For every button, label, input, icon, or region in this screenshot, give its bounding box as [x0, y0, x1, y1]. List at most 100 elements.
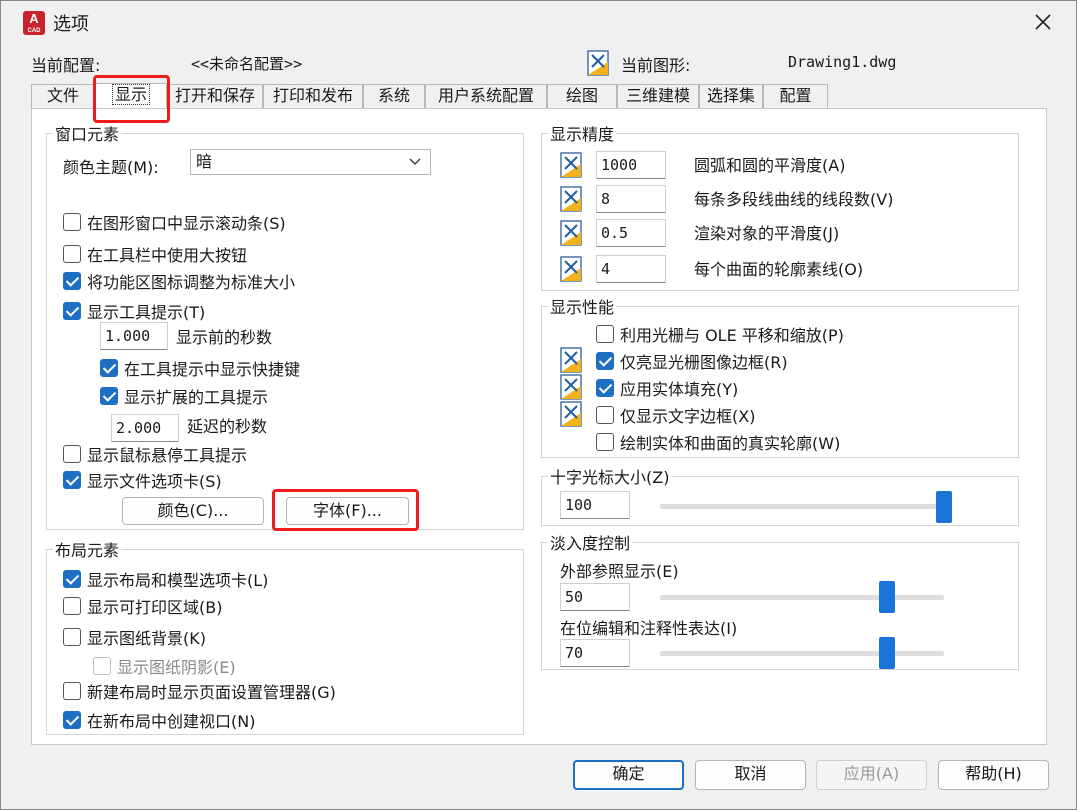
ok-button[interactable]: 确定	[573, 760, 684, 790]
extended-delay-label: 延迟的秒数	[187, 417, 268, 436]
close-button[interactable]	[1028, 9, 1058, 37]
inplace-fade-slider-track[interactable]	[660, 651, 944, 656]
autocad-app-icon: A CAD	[23, 11, 45, 35]
checkbox-box	[596, 433, 614, 451]
tab-plot-publish[interactable]: 打印和发布	[263, 84, 363, 108]
show-layout-model-tabs-checkbox[interactable]: 显示布局和模型选项卡(L)	[63, 567, 268, 591]
show-extended-tooltips-checkbox[interactable]: 显示扩展的工具提示	[100, 384, 268, 408]
highlight-raster-frame-checkbox[interactable]: 仅亮显光栅图像边框(R)	[596, 349, 788, 373]
group-title: 布局元素	[53, 537, 122, 561]
checkbox-box	[63, 245, 81, 263]
show-paper-background-checkbox[interactable]: 显示图纸背景(K)	[63, 625, 206, 649]
drawing-saved-icon	[560, 401, 582, 427]
show-printable-area-checkbox[interactable]: 显示可打印区域(B)	[63, 594, 222, 618]
drawing-saved-icon	[560, 152, 582, 178]
contour-lines-label: 每个曲面的轮廓素线(O)	[694, 260, 864, 279]
show-page-setup-manager-checkbox[interactable]: 新建布局时显示页面设置管理器(G)	[63, 679, 336, 703]
checkbox-label: 显示扩展的工具提示	[124, 388, 269, 407]
help-button[interactable]: 帮助(H)	[938, 760, 1049, 790]
dialog-title: 选项	[53, 14, 89, 35]
tab-open-save[interactable]: 打开和保存	[167, 84, 263, 108]
window-elements-group: 窗口元素 颜色主题(M): 暗 在图形窗口中显示滚动条(S) 在工具栏中使用大按…	[46, 121, 524, 530]
tab-3d-modeling[interactable]: 三维建模	[617, 84, 699, 108]
drawing-saved-icon	[560, 374, 582, 400]
current-profile-label: 当前配置:	[31, 56, 101, 75]
color-theme-select[interactable]: 暗	[190, 149, 431, 175]
current-drawing-label: 当前图形:	[621, 56, 691, 75]
display-performance-group: 显示性能 利用光栅与 OLE 平移和缩放(P) 仅亮显光栅图像边框(R) 应用实…	[541, 294, 1019, 458]
crosshair-size-input[interactable]: 100	[560, 491, 630, 519]
tab-drafting[interactable]: 绘图	[547, 84, 617, 108]
current-drawing-value: Drawing1.dwg	[788, 53, 897, 71]
crosshair-slider-thumb[interactable]	[936, 491, 952, 523]
checkbox-label: 在新布局中创建视口(N)	[87, 712, 256, 731]
polyline-segments-label: 每条多段线曲线的线段数(V)	[694, 190, 894, 209]
colors-button[interactable]: 颜色(C)...	[122, 497, 264, 525]
fonts-button[interactable]: 字体(F)...	[286, 497, 409, 525]
close-icon	[1035, 14, 1051, 30]
group-title: 淡入度控制	[548, 530, 633, 554]
options-dialog: A CAD 选项 当前配置: <<未命名配置>> 当前图形: Drawing1.d…	[0, 0, 1077, 810]
rendered-smoothness-input[interactable]: 0.5	[596, 219, 666, 247]
tab-bar: 文件 显示 打开和保存 打印和发布 系统 用户系统配置 绘图 三维建模 选择集 …	[31, 83, 828, 109]
tab-display[interactable]: 显示	[95, 83, 167, 109]
checkbox-box	[63, 213, 81, 231]
show-text-boundary-checkbox[interactable]: 仅显示文字边框(X)	[596, 403, 755, 427]
xref-fade-slider-track[interactable]	[660, 595, 944, 600]
checkbox-box	[63, 272, 81, 290]
checkbox-label: 应用实体填充(Y)	[620, 380, 739, 399]
checkbox-label: 将功能区图标调整为标准大小	[87, 273, 296, 292]
color-theme-label: 颜色主题(M):	[63, 158, 159, 177]
draw-true-silhouettes-checkbox[interactable]: 绘制实体和曲面的真实轮廓(W)	[596, 430, 840, 454]
resize-ribbon-icons-checkbox[interactable]: 将功能区图标调整为标准大小	[63, 269, 295, 293]
show-file-tabs-checkbox[interactable]: 显示文件选项卡(S)	[63, 468, 222, 492]
show-rollover-tooltips-checkbox[interactable]: 显示鼠标悬停工具提示	[63, 442, 247, 466]
contour-lines-input[interactable]: 4	[596, 255, 666, 283]
crosshair-slider-track[interactable]	[660, 504, 944, 509]
xref-fade-label: 外部参照显示(E)	[560, 562, 679, 581]
xref-fade-slider-thumb[interactable]	[879, 581, 896, 613]
checkbox-label: 显示鼠标悬停工具提示	[87, 446, 248, 465]
drawing-saved-icon	[560, 347, 582, 373]
checkbox-label: 显示图纸阴影(E)	[117, 658, 236, 677]
inplace-fade-label: 在位编辑和注释性表达(I)	[560, 619, 738, 638]
cancel-button[interactable]: 取消	[695, 760, 806, 790]
checkbox-box	[63, 445, 81, 463]
tab-files[interactable]: 文件	[31, 84, 95, 108]
create-viewport-checkbox[interactable]: 在新布局中创建视口(N)	[63, 708, 255, 732]
rendered-smoothness-label: 渲染对象的平滑度(J)	[694, 224, 840, 243]
tab-user-preferences[interactable]: 用户系统配置	[425, 84, 547, 108]
show-paper-shadow-checkbox[interactable]: 显示图纸阴影(E)	[93, 654, 236, 678]
tooltip-delay-label: 显示前的秒数	[176, 328, 273, 347]
tab-profiles[interactable]: 配置	[763, 84, 828, 108]
tab-selection[interactable]: 选择集	[699, 84, 763, 108]
checkbox-label: 绘制实体和曲面的真实轮廓(W)	[620, 434, 841, 453]
group-title: 窗口元素	[53, 121, 122, 145]
crosshair-size-group: 十字光标大小(Z) 100	[541, 464, 1019, 526]
checkbox-label: 在工具栏中使用大按钮	[87, 246, 248, 265]
show-scrollbars-checkbox[interactable]: 在图形窗口中显示滚动条(S)	[63, 210, 286, 234]
arc-smoothness-label: 圆弧和圆的平滑度(A)	[694, 156, 846, 175]
layout-elements-group: 布局元素 显示布局和模型选项卡(L) 显示可打印区域(B) 显示图纸背景(K) …	[46, 537, 524, 735]
show-shortcut-keys-checkbox[interactable]: 在工具提示中显示快捷键	[100, 356, 300, 380]
apply-solid-fill-checkbox[interactable]: 应用实体填充(Y)	[596, 376, 738, 400]
tab-system[interactable]: 系统	[363, 84, 425, 108]
apply-button[interactable]: 应用(A)	[816, 760, 927, 790]
large-buttons-checkbox[interactable]: 在工具栏中使用大按钮	[63, 242, 247, 266]
extended-delay-input[interactable]: 2.000	[111, 414, 179, 442]
inplace-fade-slider-thumb[interactable]	[879, 637, 896, 669]
group-title: 显示精度	[548, 121, 617, 145]
polyline-segments-input[interactable]: 8	[596, 185, 666, 213]
group-title: 十字光标大小(Z)	[548, 464, 672, 488]
chevron-down-icon	[409, 158, 421, 166]
xref-fade-input[interactable]: 50	[560, 583, 630, 611]
arc-smoothness-input[interactable]: 1000	[596, 151, 666, 179]
show-tooltips-checkbox[interactable]: 显示工具提示(T)	[63, 299, 205, 323]
group-title: 显示性能	[548, 294, 617, 318]
inplace-fade-input[interactable]: 70	[560, 639, 630, 667]
checkbox-box	[596, 379, 614, 397]
checkbox-label: 在图形窗口中显示滚动条(S)	[87, 214, 286, 233]
checkbox-label: 利用光栅与 OLE 平移和缩放(P)	[620, 326, 844, 345]
tooltip-delay-input[interactable]: 1.000	[100, 322, 168, 350]
pan-zoom-raster-ole-checkbox[interactable]: 利用光栅与 OLE 平移和缩放(P)	[596, 322, 844, 346]
